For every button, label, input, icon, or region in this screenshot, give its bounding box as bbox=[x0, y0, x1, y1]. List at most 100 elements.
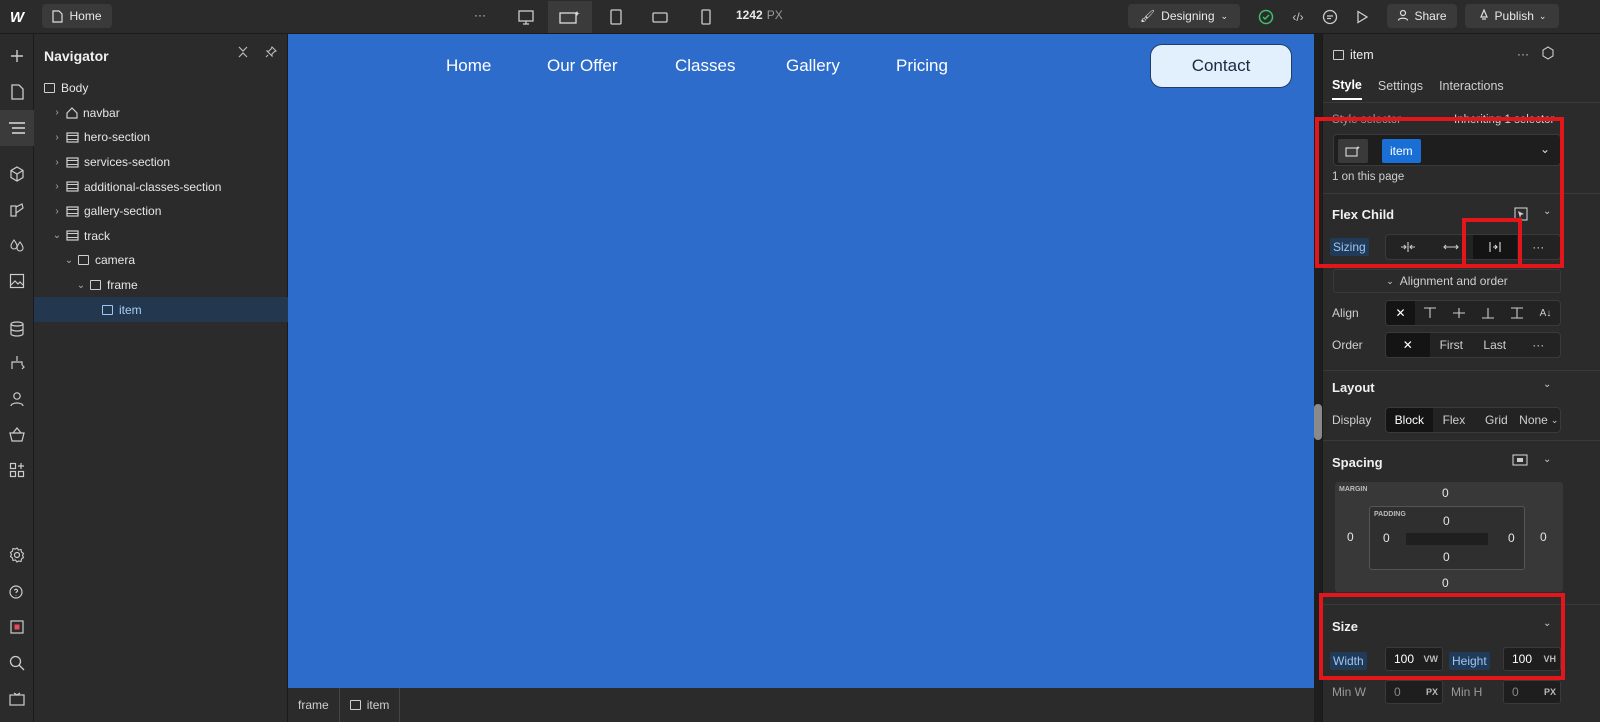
ecommerce-basket-icon[interactable] bbox=[4, 422, 30, 448]
spacing-title[interactable]: Spacing bbox=[1332, 455, 1383, 470]
tree-item-track[interactable]: ⌄ track bbox=[34, 224, 288, 249]
breadcrumb-item-item[interactable]: item bbox=[340, 688, 401, 722]
style-manager-icon[interactable] bbox=[4, 197, 30, 223]
tree-item-additional-classes-section[interactable]: › additional-classes-section bbox=[34, 174, 288, 199]
tree-item-item[interactable]: item bbox=[34, 297, 288, 322]
margin-top-value[interactable]: 0 bbox=[1442, 486, 1449, 500]
order-none-option[interactable]: ✕ bbox=[1386, 333, 1430, 357]
help-icon[interactable] bbox=[4, 578, 30, 604]
padding-right-value[interactable]: 0 bbox=[1508, 531, 1515, 545]
margin-bottom-value[interactable]: 0 bbox=[1442, 576, 1449, 590]
canvas-scrollbar[interactable] bbox=[1314, 404, 1322, 440]
nav-link-pricing[interactable]: Pricing bbox=[896, 56, 948, 76]
display-grid-option[interactable]: Grid bbox=[1475, 408, 1517, 432]
chevron-right-icon[interactable]: › bbox=[52, 132, 62, 143]
align-end-option[interactable] bbox=[1473, 301, 1502, 325]
chevron-right-icon[interactable]: › bbox=[52, 107, 62, 118]
preview-play-icon[interactable] bbox=[1350, 5, 1374, 29]
order-last-option[interactable]: Last bbox=[1473, 333, 1517, 357]
chevron-down-icon[interactable]: ⌄ bbox=[64, 255, 74, 266]
nav-link-home[interactable]: Home bbox=[446, 56, 491, 76]
cms-database-icon[interactable] bbox=[4, 316, 30, 342]
display-block-option[interactable]: Block bbox=[1386, 408, 1433, 432]
align-baseline-option[interactable]: A↓ bbox=[1531, 301, 1560, 325]
variables-drops-icon[interactable] bbox=[4, 232, 30, 258]
min-width-unit[interactable]: PX bbox=[1426, 687, 1438, 697]
chevron-right-icon[interactable]: › bbox=[52, 157, 62, 168]
alignment-order-toggle[interactable]: ⌄ Alignment and order bbox=[1333, 269, 1561, 293]
code-icon[interactable]: ‹/› bbox=[1286, 5, 1310, 29]
chevron-right-icon[interactable]: › bbox=[52, 206, 62, 217]
tab-settings[interactable]: Settings bbox=[1378, 79, 1423, 99]
nav-link-classes[interactable]: Classes bbox=[675, 56, 735, 76]
assets-icon[interactable] bbox=[4, 268, 30, 294]
order-more-option[interactable]: ··· bbox=[1517, 333, 1561, 357]
tab-style[interactable]: Style bbox=[1332, 78, 1362, 100]
more-options-button[interactable]: ··· bbox=[470, 8, 490, 22]
apps-icon[interactable] bbox=[4, 457, 30, 483]
tree-item-services-section[interactable]: › services-section bbox=[34, 150, 288, 175]
contact-button[interactable]: Contact bbox=[1150, 44, 1292, 88]
webflow-logo[interactable]: W bbox=[6, 7, 28, 27]
video-tutorial-icon[interactable] bbox=[4, 686, 30, 712]
spacing-preset-icon[interactable] bbox=[1512, 454, 1528, 466]
chevron-down-icon[interactable]: ⌄ bbox=[76, 280, 86, 291]
comments-icon[interactable] bbox=[1318, 5, 1342, 29]
chevron-down-icon[interactable]: ⌄ bbox=[1543, 454, 1551, 465]
tree-item-navbar[interactable]: › navbar bbox=[34, 101, 288, 126]
chevron-down-icon[interactable]: ⌄ bbox=[52, 230, 62, 241]
mode-dropdown[interactable]: 🖌 Designing ⌄ bbox=[1128, 4, 1240, 28]
users-icon[interactable] bbox=[4, 386, 30, 412]
components-icon[interactable] bbox=[4, 161, 30, 187]
display-none-dropdown[interactable]: None ⌄ bbox=[1518, 408, 1560, 432]
layout-title[interactable]: Layout bbox=[1332, 380, 1375, 395]
settings-gear-icon[interactable] bbox=[4, 542, 30, 568]
order-first-option[interactable]: First bbox=[1430, 333, 1474, 357]
nav-link-our-offer[interactable]: Our Offer bbox=[547, 56, 618, 76]
margin-right-value[interactable]: 0 bbox=[1540, 530, 1547, 544]
collapse-all-icon[interactable] bbox=[237, 46, 249, 61]
align-stretch-option[interactable] bbox=[1502, 301, 1531, 325]
add-elements-icon[interactable] bbox=[4, 43, 30, 69]
tablet-breakpoint-button[interactable] bbox=[594, 1, 638, 33]
tab-interactions[interactable]: Interactions bbox=[1439, 79, 1504, 99]
tree-item-Body[interactable]: Body bbox=[34, 76, 288, 101]
share-button[interactable]: Share bbox=[1387, 4, 1457, 28]
padding-top-value[interactable]: 0 bbox=[1443, 514, 1450, 528]
margin-left-value[interactable]: 0 bbox=[1347, 530, 1354, 544]
component-icon[interactable] bbox=[1541, 46, 1555, 60]
min-width-input[interactable]: 0 PX bbox=[1385, 680, 1443, 704]
more-options-icon[interactable]: ··· bbox=[1517, 47, 1529, 61]
min-height-input[interactable]: 0 PX bbox=[1503, 680, 1561, 704]
mobile-portrait-breakpoint-button[interactable] bbox=[684, 1, 728, 33]
align-start-option[interactable] bbox=[1415, 301, 1444, 325]
pages-icon[interactable] bbox=[4, 79, 30, 105]
mobile-landscape-breakpoint-button[interactable] bbox=[638, 1, 682, 33]
chevron-right-icon[interactable]: › bbox=[52, 181, 62, 192]
align-none-option[interactable]: ✕ bbox=[1386, 301, 1415, 325]
min-height-unit[interactable]: PX bbox=[1544, 687, 1556, 697]
logic-flow-icon[interactable] bbox=[4, 350, 30, 376]
record-stop-icon[interactable] bbox=[4, 614, 30, 640]
design-canvas[interactable]: Home Our Offer Classes Gallery Pricing C… bbox=[288, 34, 1314, 688]
tree-item-gallery-section[interactable]: › gallery-section bbox=[34, 199, 288, 224]
tree-item-camera[interactable]: ⌄ camera bbox=[34, 248, 288, 273]
tree-item-frame[interactable]: ⌄ frame bbox=[34, 273, 288, 298]
large-desktop-breakpoint-button[interactable] bbox=[548, 1, 592, 33]
page-selector-button[interactable]: Home bbox=[42, 4, 112, 28]
chevron-down-icon[interactable]: ⌄ bbox=[1543, 379, 1551, 390]
navigator-icon[interactable] bbox=[0, 110, 34, 146]
breadcrumb-item-frame[interactable]: frame bbox=[288, 688, 340, 722]
padding-left-value[interactable]: 0 bbox=[1383, 531, 1390, 545]
display-flex-option[interactable]: Flex bbox=[1433, 408, 1475, 432]
nav-link-gallery[interactable]: Gallery bbox=[786, 56, 840, 76]
align-center-option[interactable] bbox=[1444, 301, 1473, 325]
desktop-breakpoint-button[interactable] bbox=[504, 1, 548, 33]
pin-icon[interactable] bbox=[265, 46, 277, 61]
display-none-label: None bbox=[1519, 413, 1548, 427]
tree-item-hero-section[interactable]: › hero-section bbox=[34, 125, 288, 150]
padding-bottom-value[interactable]: 0 bbox=[1443, 550, 1450, 564]
published-status-icon[interactable] bbox=[1254, 5, 1278, 29]
publish-button[interactable]: Publish ⌄ bbox=[1465, 4, 1559, 28]
search-icon[interactable] bbox=[4, 650, 30, 676]
